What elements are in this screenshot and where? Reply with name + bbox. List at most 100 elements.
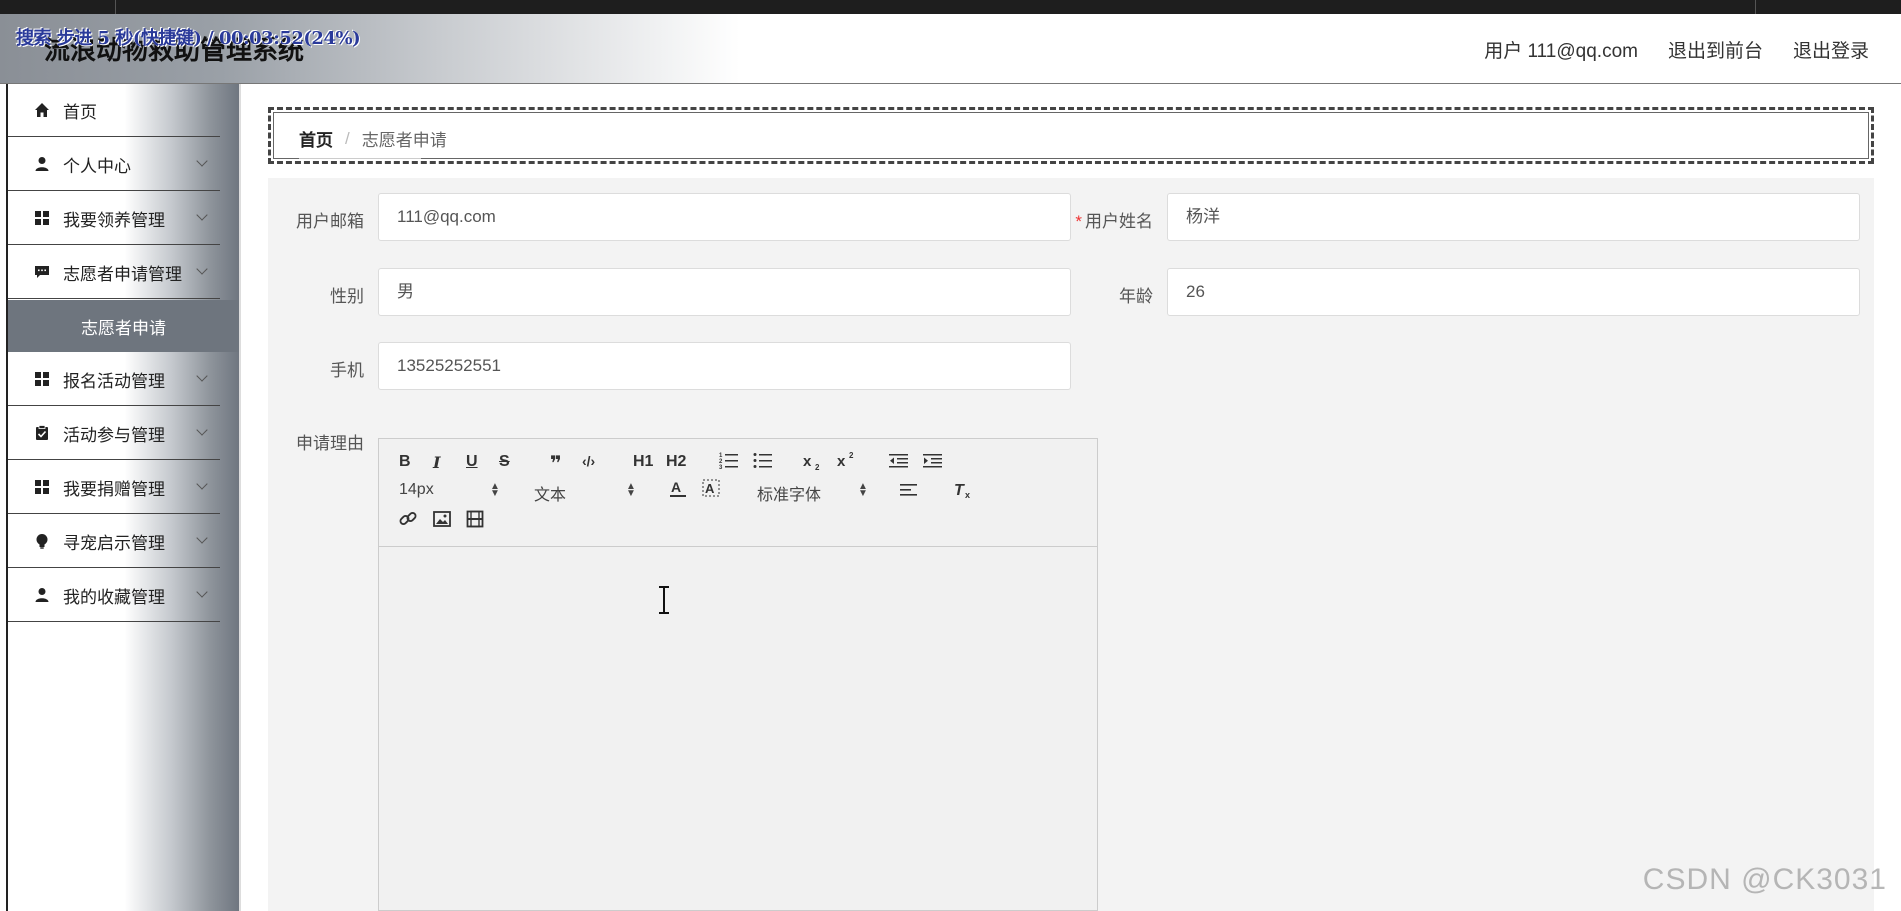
ordered-list-icon[interactable]: 123 bbox=[719, 451, 739, 474]
logout-link[interactable]: 退出登录 bbox=[1793, 36, 1869, 63]
person-icon bbox=[34, 156, 50, 172]
align-icon[interactable] bbox=[900, 482, 918, 503]
phone-label: 手机 bbox=[330, 361, 364, 380]
outdent-icon[interactable] bbox=[889, 453, 909, 474]
underline-button[interactable]: U bbox=[466, 453, 478, 471]
sidebar: 首页 个人中心 我要领养管理 志愿者申请管理 志愿者申请 报名活动管理 活动参与… bbox=[0, 84, 239, 911]
font-color-icon[interactable]: A bbox=[669, 479, 687, 504]
chevron-down-icon bbox=[196, 424, 208, 436]
gender-label: 性别 bbox=[330, 287, 364, 306]
sidebar-item-label: 我的收藏管理 bbox=[63, 587, 165, 607]
video-icon[interactable] bbox=[466, 510, 484, 533]
sidebar-item-label: 活动参与管理 bbox=[63, 425, 165, 445]
breadcrumb-underline bbox=[299, 158, 421, 159]
sidebar-item-label: 寻宠启示管理 bbox=[63, 533, 165, 553]
background-color-icon[interactable]: A bbox=[702, 479, 720, 504]
age-label: 年龄 bbox=[1119, 287, 1153, 306]
user-label: 用户 111@qq.com bbox=[1484, 41, 1638, 62]
sidebar-item-label: 报名活动管理 bbox=[63, 371, 165, 391]
top-strip-segment bbox=[0, 0, 116, 14]
clipboard-icon bbox=[34, 425, 50, 441]
name-label-wrap: * 用户姓名 bbox=[1043, 207, 1153, 232]
indent-icon[interactable] bbox=[923, 453, 943, 474]
chevron-down-icon bbox=[196, 370, 208, 382]
name-label: 用户姓名 bbox=[1085, 212, 1153, 231]
svg-text:T: T bbox=[954, 482, 965, 499]
chevron-down-icon bbox=[196, 478, 208, 490]
grid-icon bbox=[34, 371, 50, 387]
editor-content-area[interactable] bbox=[379, 547, 1097, 910]
updown-icon: ▲ ▼ bbox=[490, 481, 500, 499]
sidebar-item-home[interactable]: 首页 bbox=[8, 84, 220, 137]
sidebar-item-personal-center[interactable]: 个人中心 bbox=[8, 138, 220, 191]
age-field[interactable]: 26 bbox=[1167, 268, 1860, 316]
bold-button[interactable]: B bbox=[399, 453, 411, 471]
breadcrumb-home-link[interactable]: 首页 bbox=[299, 126, 333, 151]
required-mark: * bbox=[1075, 212, 1082, 231]
svg-text:x: x bbox=[837, 453, 846, 469]
chat-icon bbox=[34, 264, 50, 280]
link-icon[interactable] bbox=[399, 510, 417, 533]
sidebar-item-lost-pet[interactable]: 寻宠启示管理 bbox=[8, 515, 220, 568]
image-icon[interactable] bbox=[433, 510, 451, 533]
phone-field[interactable]: 13525252551 bbox=[378, 342, 1071, 390]
chevron-down-icon bbox=[196, 155, 208, 167]
sidebar-item-label: 个人中心 bbox=[63, 156, 131, 176]
svg-text:2: 2 bbox=[815, 463, 820, 471]
superscript-icon[interactable]: x2 bbox=[837, 451, 857, 474]
svg-text:x: x bbox=[803, 453, 812, 470]
clear-format-icon[interactable]: Tx bbox=[954, 481, 974, 504]
breadcrumb-separator: / bbox=[345, 128, 350, 148]
person-icon bbox=[34, 587, 50, 603]
grid-icon bbox=[34, 210, 50, 226]
exit-to-front-link[interactable]: 退出到前台 bbox=[1668, 36, 1763, 63]
sidebar-item-activity-participation[interactable]: 活动参与管理 bbox=[8, 407, 220, 460]
email-label: 用户邮箱 bbox=[296, 212, 364, 231]
header-actions: 用户 111@qq.com 退出到前台 退出登录 bbox=[1484, 36, 1869, 63]
svg-text:A: A bbox=[705, 481, 715, 496]
svg-text:3: 3 bbox=[719, 465, 723, 469]
updown-icon: ▲ ▼ bbox=[626, 481, 636, 499]
sidebar-item-label: 我要捐赠管理 bbox=[63, 479, 165, 499]
home-icon bbox=[34, 102, 50, 118]
email-field[interactable]: 111@qq.com bbox=[378, 193, 1071, 241]
chevron-down-icon bbox=[196, 586, 208, 598]
sidebar-item-activity-signup[interactable]: 报名活动管理 bbox=[8, 353, 220, 406]
subscript-icon[interactable]: x2 bbox=[803, 453, 823, 476]
breadcrumb-trail: 首页 / 志愿者申请 bbox=[299, 126, 447, 151]
top-strip-segment bbox=[116, 0, 1756, 14]
rich-text-editor: B I U S ❞ ‹/› H1 H2 123 x2 x2 14px ▲ ▼ 文本… bbox=[378, 438, 1098, 911]
reason-label: 申请理由 bbox=[296, 434, 364, 453]
watermark: CSDN @CK3031 bbox=[1642, 863, 1887, 896]
recording-overlay-text: 搜索 步进 5 秒(快捷键) / 00:03:52(24%) bbox=[16, 28, 361, 49]
block-type-select[interactable]: 文本 bbox=[534, 481, 566, 505]
quote-button[interactable]: ❞ bbox=[550, 451, 562, 476]
italic-button[interactable]: I bbox=[433, 453, 440, 472]
svg-text:A: A bbox=[671, 479, 681, 495]
text-cursor-icon bbox=[659, 586, 669, 614]
strike-button[interactable]: S bbox=[499, 453, 510, 471]
app-header: 流浪动物救助管理系统 搜索 步进 5 秒(快捷键) / 00:03:52(24%… bbox=[0, 14, 1901, 84]
sidebar-subitem-volunteer-apply[interactable]: 志愿者申请 bbox=[8, 300, 239, 352]
editor-toolbar: B I U S ❞ ‹/› H1 H2 123 x2 x2 14px ▲ ▼ 文本… bbox=[379, 439, 1097, 547]
sidebar-item-volunteer[interactable]: 志愿者申请管理 bbox=[8, 246, 220, 299]
grid-icon bbox=[34, 479, 50, 495]
sidebar-item-favorites[interactable]: 我的收藏管理 bbox=[8, 569, 220, 622]
svg-text:x: x bbox=[965, 490, 970, 499]
h2-button[interactable]: H2 bbox=[666, 453, 686, 471]
chevron-down-icon bbox=[196, 209, 208, 221]
breadcrumb-current: 志愿者申请 bbox=[361, 131, 447, 150]
name-field[interactable]: 杨洋 bbox=[1167, 193, 1860, 241]
font-family-select[interactable]: 标准字体 bbox=[757, 481, 821, 505]
gender-field[interactable]: 男 bbox=[378, 268, 1071, 316]
bullet-list-icon[interactable] bbox=[753, 451, 773, 474]
code-button[interactable]: ‹/› bbox=[582, 453, 595, 469]
h1-button[interactable]: H1 bbox=[633, 453, 653, 471]
sidebar-item-label: 首页 bbox=[63, 102, 97, 122]
main-divider bbox=[239, 84, 241, 911]
sidebar-item-donation[interactable]: 我要捐赠管理 bbox=[8, 461, 220, 514]
font-size-select[interactable]: 14px bbox=[399, 481, 434, 499]
sidebar-item-adoption[interactable]: 我要领养管理 bbox=[8, 192, 220, 245]
bulb-icon bbox=[34, 533, 50, 549]
sidebar-item-label: 我要领养管理 bbox=[63, 210, 165, 230]
